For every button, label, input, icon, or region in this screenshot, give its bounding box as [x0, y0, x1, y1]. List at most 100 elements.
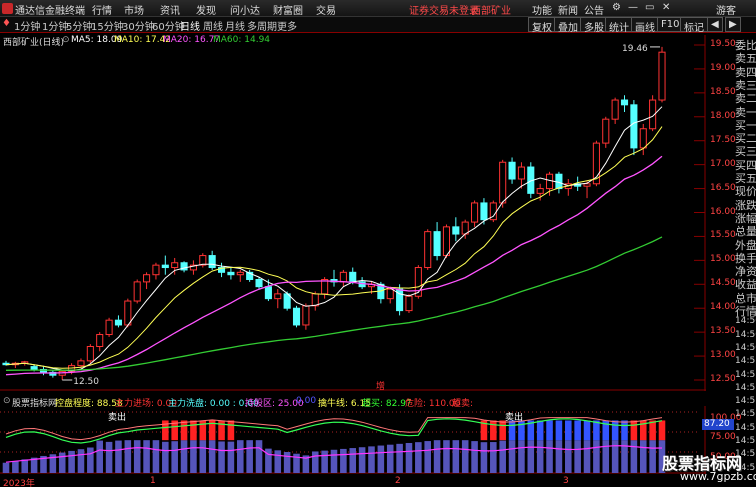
signal-bar — [621, 420, 628, 441]
restore-rights-button[interactable]: 复权 — [528, 17, 556, 34]
next-arrow-icon[interactable]: ▶ — [725, 17, 741, 32]
login-notice[interactable]: 证券交易未登录 — [409, 2, 479, 17]
restore-icon[interactable]: ▭ — [645, 2, 654, 13]
sidebar-item[interactable]: 14:51 — [735, 436, 756, 446]
candle-body — [161, 264, 169, 269]
menu-item-ask[interactable]: 问小达 — [230, 2, 260, 17]
period-1min-b[interactable]: 1分钟 — [42, 18, 68, 33]
signal-bar — [518, 420, 525, 441]
indicator-bar — [583, 440, 591, 473]
multi-stock-button[interactable]: 多股 — [580, 17, 608, 34]
overlay-button[interactable]: 叠加 — [554, 17, 582, 34]
candle-body — [658, 51, 666, 101]
function-button[interactable]: 功能 — [532, 2, 552, 17]
indicator-bar — [480, 442, 488, 473]
period-bookmark-icon[interactable]: ♦ — [2, 18, 11, 29]
price-tick-label: 18.50 — [710, 86, 736, 97]
indicator-bar — [593, 440, 600, 473]
sidebar-item[interactable]: 14:51 — [735, 383, 756, 393]
signal-bar — [490, 420, 497, 441]
signal-bar — [227, 420, 235, 441]
price-tick-label: 19.50 — [710, 39, 736, 49]
signal-bar — [536, 420, 544, 441]
mark-button[interactable]: 标记 — [680, 17, 708, 34]
period-15min[interactable]: 15分钟 — [91, 18, 124, 33]
minimize-icon[interactable]: — — [628, 2, 638, 13]
menu-item-trade[interactable]: 交易 — [316, 2, 336, 17]
sidebar-item[interactable]: 14:50 — [735, 343, 756, 353]
indicator-bar — [471, 441, 478, 473]
menu-item-discover[interactable]: 发现 — [196, 2, 216, 17]
sidebar-item[interactable]: 14:51 — [735, 396, 756, 406]
candle-body — [143, 274, 151, 283]
indicator-bar — [190, 440, 197, 473]
indicator-bar — [246, 440, 253, 473]
candle-body — [480, 202, 488, 221]
menu-item-wealth[interactable]: 财富圈 — [273, 2, 303, 17]
indicator-bar — [12, 461, 19, 473]
current-indicator-value: 87.20 — [702, 419, 734, 430]
statistics-button[interactable]: 统计 — [605, 17, 633, 34]
candle-body — [555, 173, 563, 190]
indicator-bar — [283, 452, 291, 473]
ma5-line — [5, 106, 663, 372]
period-weekly[interactable]: 周线 — [203, 18, 223, 33]
candle-body — [630, 104, 638, 149]
prev-arrow-icon[interactable]: ◀ — [707, 17, 723, 32]
indicator-bar — [574, 440, 581, 473]
candle-body — [96, 334, 104, 347]
candle-body — [171, 262, 179, 269]
period-5min[interactable]: 5分钟 — [66, 18, 92, 33]
indicator-bar — [518, 440, 525, 473]
announcement-button[interactable]: 公告 — [584, 2, 604, 17]
period-monthly[interactable]: 月线 — [225, 18, 245, 33]
indicator-bar — [105, 441, 113, 473]
price-tick-label: 17.00 — [710, 158, 736, 169]
candlestick-chart[interactable]: 19.46 12.50 增 — [0, 35, 706, 391]
candle-body — [452, 226, 460, 235]
sidebar-item[interactable]: 14:50 — [735, 330, 756, 340]
news-button[interactable]: 新闻 — [558, 2, 578, 17]
indicator-bar — [143, 440, 150, 473]
candle-body — [321, 279, 329, 295]
draw-line-button[interactable]: 画线 — [631, 17, 659, 34]
signal-bar — [583, 420, 591, 441]
candle-body — [255, 279, 263, 288]
candle-body — [405, 295, 413, 312]
indicator-bar — [490, 442, 497, 473]
indicator-bar — [227, 441, 235, 473]
indicator-bar — [630, 440, 638, 473]
period-daily[interactable]: 日线 — [180, 18, 200, 33]
candle-body — [545, 173, 554, 190]
menu-item-news[interactable]: 资讯 — [160, 2, 180, 17]
sidebar-item[interactable]: 14:51 — [735, 370, 756, 380]
indicator-bar — [96, 440, 103, 473]
signal-bar — [508, 420, 516, 441]
period-more[interactable]: 更多 — [277, 18, 297, 33]
time-label-mar: 3 — [563, 476, 569, 486]
candle-body — [311, 293, 319, 307]
guest-user-button[interactable]: 游客 — [716, 2, 736, 17]
indicator-bar — [377, 445, 385, 473]
sidebar-item[interactable]: 14:51 — [735, 356, 756, 366]
period-30min[interactable]: 30分钟 — [122, 18, 155, 33]
indicator-bar — [349, 448, 357, 473]
indicator-bar — [311, 451, 319, 473]
indicator-bar — [87, 447, 94, 473]
menu-item-market[interactable]: 行情 — [92, 2, 112, 17]
indicator-bar — [2, 462, 10, 473]
indicator-bar — [386, 444, 394, 473]
candle-body — [302, 305, 310, 326]
sidebar-item[interactable]: 14:50 — [735, 316, 756, 326]
settings-icon[interactable]: ⚙ — [612, 2, 621, 13]
period-multi[interactable]: 多周期 — [247, 18, 277, 33]
sidebar-item[interactable]: 14:51 — [735, 423, 756, 433]
signal-bar — [555, 420, 563, 441]
menu-item-markets[interactable]: 市场 — [124, 2, 144, 17]
indicator-bar — [237, 440, 244, 473]
period-1min[interactable]: 1分钟 — [14, 18, 40, 33]
price-tick-label: 13.00 — [710, 350, 736, 361]
indicator-chart[interactable] — [0, 406, 706, 474]
sidebar-item[interactable]: 14:51 — [735, 409, 756, 419]
close-icon[interactable]: ✕ — [662, 2, 670, 13]
